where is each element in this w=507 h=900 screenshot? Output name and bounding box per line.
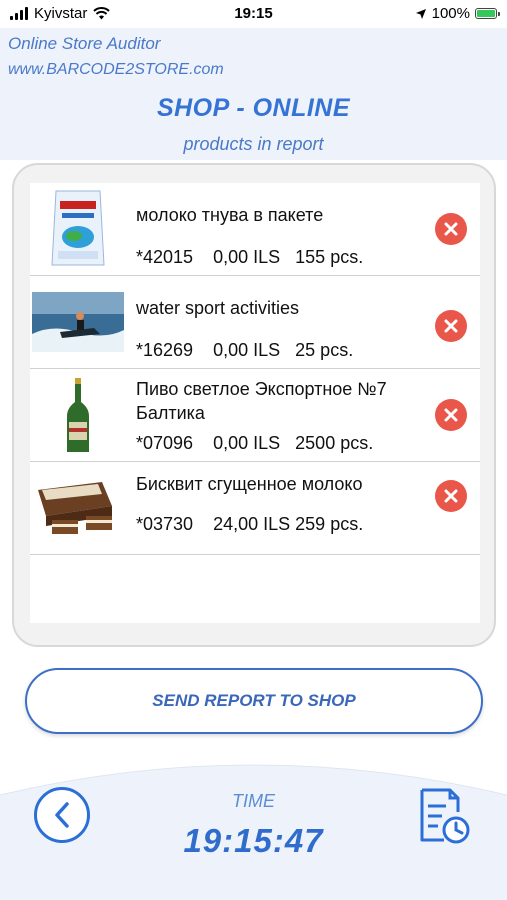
product-image-beer xyxy=(30,373,126,457)
product-list[interactable]: молоко тнува в пакете *42015 0,00 ILS 15… xyxy=(30,183,480,623)
location-arrow-icon xyxy=(415,8,426,19)
product-name: water sport activities xyxy=(136,298,300,318)
product-quantity: 25 pcs. xyxy=(295,340,354,360)
list-item[interactable]: Пиво светлое Экспортное №7 Балтика *0709… xyxy=(30,369,480,462)
product-image-jetski xyxy=(30,280,126,364)
status-bar: Kyivstar 19:15 100% xyxy=(0,0,507,28)
product-code: *03730 xyxy=(136,514,194,534)
product-code: *07096 xyxy=(136,433,194,453)
product-image-biscuit xyxy=(30,466,126,550)
delete-icon xyxy=(444,408,458,422)
battery-icon xyxy=(475,8,500,19)
product-code: *42015 xyxy=(136,247,194,267)
product-price: 0,00 ILS xyxy=(213,433,281,453)
send-report-button[interactable]: SEND REPORT TO SHOP xyxy=(25,668,483,734)
shop-title: SHOP - ONLINE xyxy=(156,94,351,122)
product-image-milk xyxy=(30,187,126,271)
product-name: молоко тнува в пакете xyxy=(136,205,324,225)
page-subtitle: products in report xyxy=(183,134,324,154)
product-name: Пиво светлое Экспортное №7 Балтика xyxy=(136,379,387,423)
delete-icon xyxy=(444,489,458,503)
product-price: 0,00 ILS xyxy=(213,340,281,360)
product-name: Бисквит сгущенное молоко xyxy=(136,474,363,494)
delete-icon xyxy=(444,319,458,333)
product-list-panel: молоко тнува в пакете *42015 0,00 ILS 15… xyxy=(12,163,496,647)
delete-item-button[interactable] xyxy=(435,399,467,431)
list-item[interactable]: Бисквит сгущенное молоко *03730 24,00 IL… xyxy=(30,462,480,555)
product-details: *16269 0,00 ILS 25 pcs. xyxy=(136,340,353,361)
delete-item-button[interactable] xyxy=(435,480,467,512)
product-price: 24,00 ILS xyxy=(213,514,291,534)
status-right: 100% xyxy=(415,5,500,22)
product-price: 0,00 ILS xyxy=(213,247,281,267)
product-details: *42015 0,00 ILS 155 pcs. xyxy=(136,247,363,268)
product-code: *16269 xyxy=(136,340,194,360)
delete-icon xyxy=(444,222,458,236)
app-title: Online Store Auditor xyxy=(8,34,161,53)
report-history-icon xyxy=(420,788,470,844)
app-header: Online Store Auditor www.BARCODE2STORE.c… xyxy=(0,28,507,160)
delete-item-button[interactable] xyxy=(435,213,467,245)
product-details: *03730 24,00 ILS 259 pcs. xyxy=(136,514,363,535)
app-url: www.BARCODE2STORE.com xyxy=(8,61,224,78)
list-item[interactable]: water sport activities *16269 0,00 ILS 2… xyxy=(30,276,480,369)
product-quantity: 2500 pcs. xyxy=(295,433,374,453)
list-item[interactable]: молоко тнува в пакете *42015 0,00 ILS 15… xyxy=(30,183,480,276)
product-details: *07096 0,00 ILS 2500 pcs. xyxy=(136,433,373,454)
report-history-button[interactable] xyxy=(416,786,472,846)
battery-percent: 100% xyxy=(431,5,470,22)
delete-item-button[interactable] xyxy=(435,310,467,342)
product-quantity: 259 pcs. xyxy=(295,514,364,534)
product-quantity: 155 pcs. xyxy=(295,247,364,267)
